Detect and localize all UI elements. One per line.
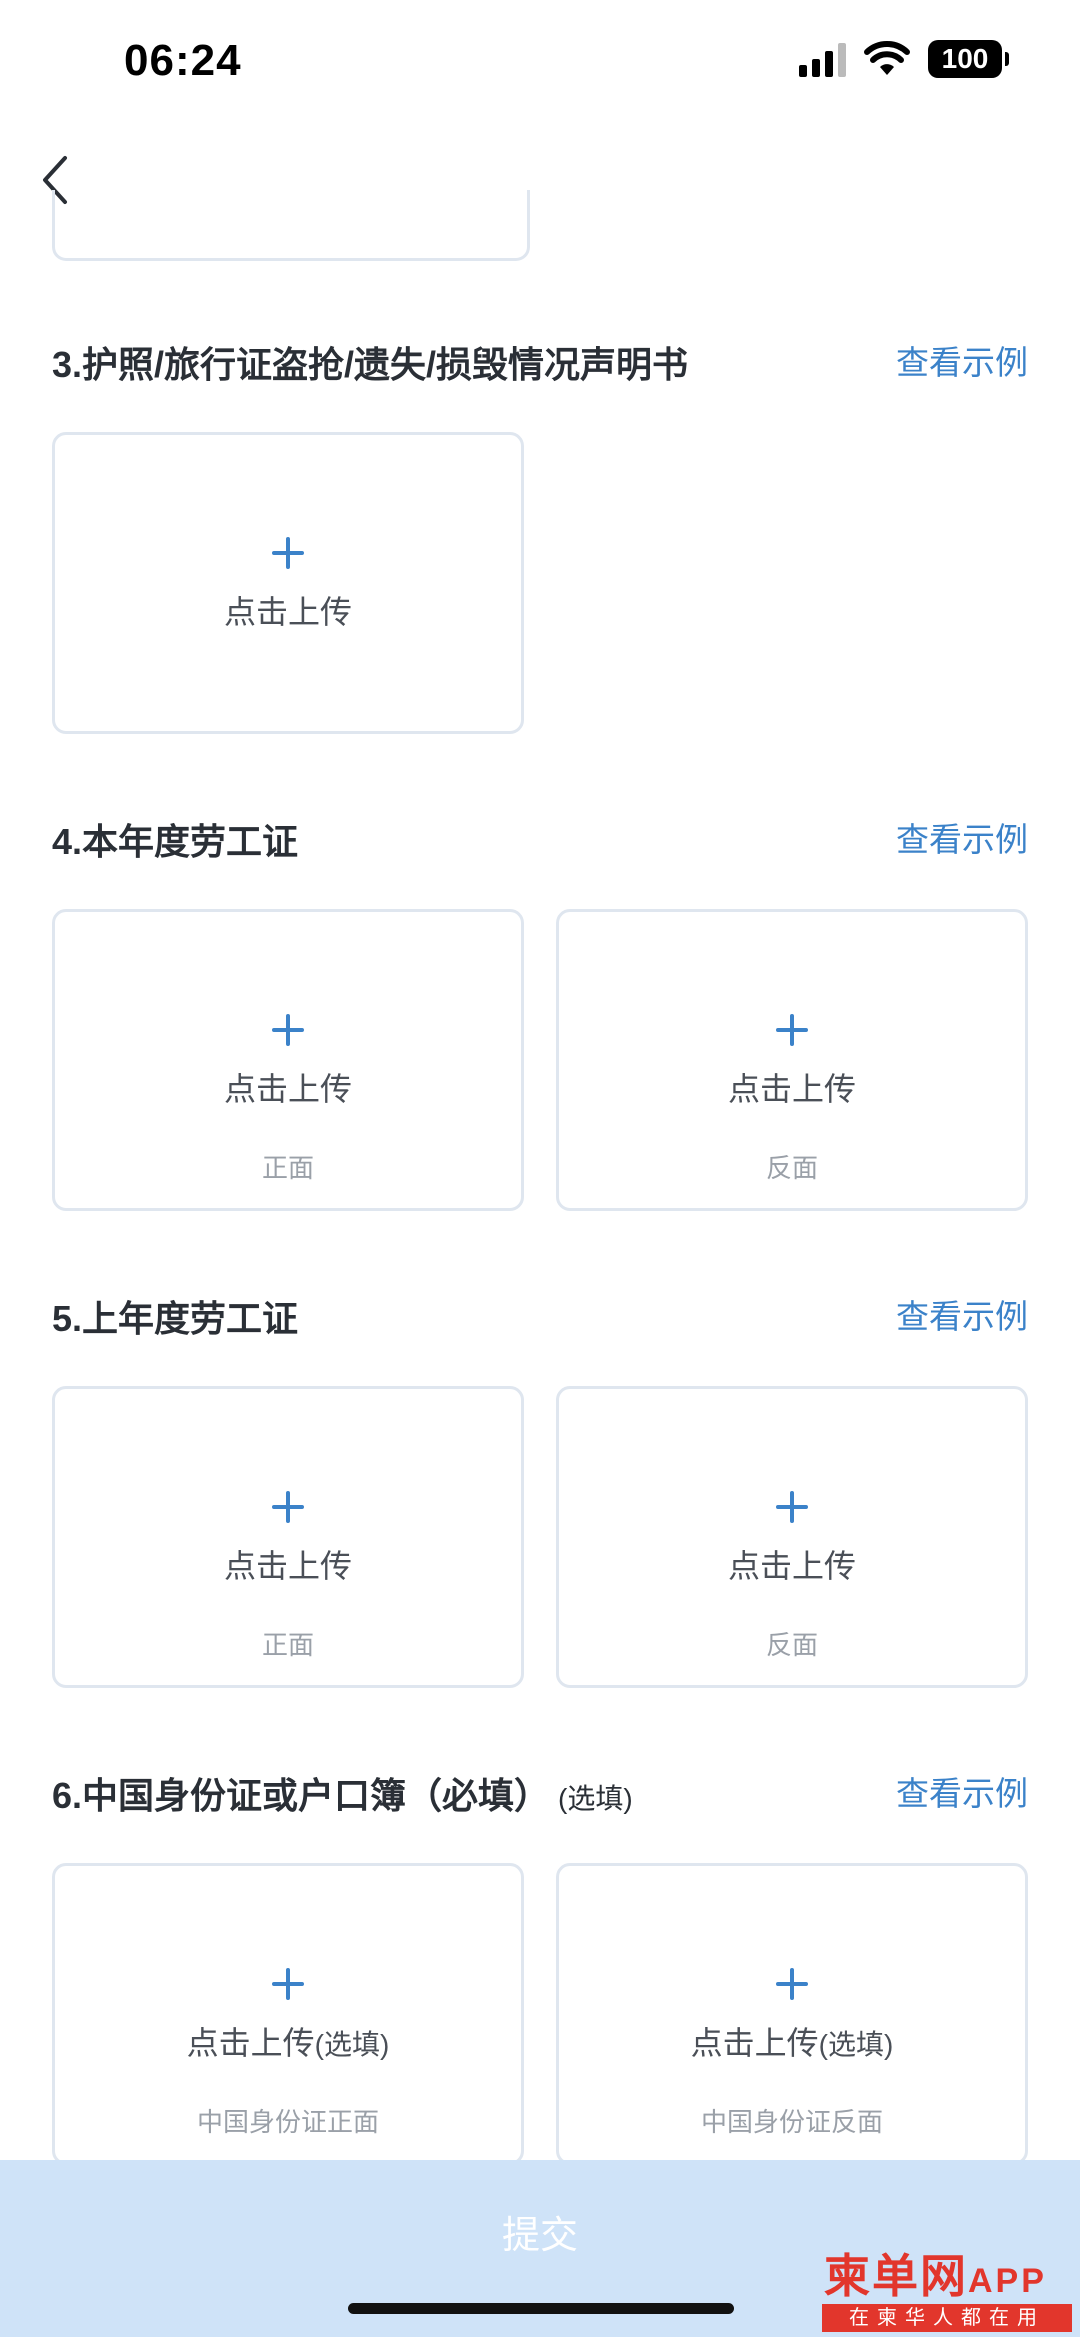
upload-label-text: 点击上传 bbox=[186, 2025, 315, 2061]
status-time: 06:24 bbox=[124, 36, 242, 85]
optional-note: (选填) bbox=[314, 2029, 390, 2060]
upload-card-front[interactable]: 点击上传 正面 bbox=[52, 909, 524, 1211]
upload-card[interactable]: 点击上传 bbox=[52, 432, 524, 734]
watermark-app: APP bbox=[968, 2262, 1047, 2300]
plus-icon bbox=[559, 1489, 1025, 1525]
upload-label-text: 点击上传 bbox=[690, 2025, 819, 2061]
upload-card-back[interactable]: 点击上传 反面 bbox=[556, 909, 1028, 1211]
watermark-slogan: 在柬华人都在用 bbox=[822, 2304, 1072, 2332]
upload-label: 点击上传 bbox=[223, 594, 352, 630]
watermark-logo: 柬单网APP 在柬华人都在用 bbox=[820, 2240, 1080, 2337]
view-example-link[interactable]: 查看示例 bbox=[896, 336, 1028, 384]
upload-card-front[interactable]: 点击上传 正面 bbox=[52, 1386, 524, 1688]
upload-card-id-front[interactable]: 点击上传(选填) 中国身份证正面 bbox=[52, 1863, 524, 2165]
upload-side-label: 正面 bbox=[261, 1630, 314, 1660]
status-bar: 06:24 100 bbox=[0, 0, 1080, 130]
section-title: 6.中国身份证或户口簿（必填） (选填) bbox=[52, 1767, 633, 1819]
optional-note: (选填) bbox=[558, 1783, 633, 1814]
plus-icon bbox=[55, 535, 521, 571]
section-title-text: 6.中国身份证或户口簿（必填） bbox=[52, 1775, 551, 1816]
upload-label: 点击上传 bbox=[727, 1548, 856, 1584]
upload-label: 点击上传 bbox=[727, 1071, 856, 1107]
view-example-link[interactable]: 查看示例 bbox=[896, 1290, 1028, 1338]
wifi-icon bbox=[864, 41, 910, 75]
upload-label: 点击上传(选填) bbox=[55, 2018, 521, 2064]
battery-icon: 100 bbox=[928, 40, 1009, 78]
upload-label: 点击上传(选填) bbox=[559, 2018, 1025, 2064]
upload-card-back[interactable]: 点击上传 反面 bbox=[556, 1386, 1028, 1688]
upload-card-id-back[interactable]: 点击上传(选填) 中国身份证反面 bbox=[556, 1863, 1028, 2165]
plus-icon bbox=[55, 1966, 521, 2002]
watermark-title: 柬单网APP bbox=[824, 2240, 1047, 2306]
watermark-name: 柬单网 bbox=[824, 2250, 968, 2302]
plus-icon bbox=[55, 1489, 521, 1525]
cellular-signal-icon bbox=[799, 41, 846, 77]
upload-side-label: 反面 bbox=[765, 1630, 818, 1660]
upload-card-partial[interactable] bbox=[52, 190, 530, 261]
section-title: 4.本年度劳工证 bbox=[52, 821, 299, 862]
home-indicator bbox=[348, 2303, 734, 2314]
upload-label: 点击上传 bbox=[223, 1548, 352, 1584]
upload-side-label: 反面 bbox=[765, 1153, 818, 1183]
plus-icon bbox=[55, 1012, 521, 1048]
upload-side-label: 中国身份证正面 bbox=[196, 2107, 379, 2137]
status-icons: 100 bbox=[799, 40, 1009, 78]
plus-icon bbox=[559, 1012, 1025, 1048]
upload-side-label: 正面 bbox=[261, 1153, 314, 1183]
view-example-link[interactable]: 查看示例 bbox=[896, 813, 1028, 861]
upload-label: 点击上传 bbox=[223, 1071, 352, 1107]
section-title: 3.护照/旅行证盗抢/遗失/损毁情况声明书 bbox=[52, 344, 689, 385]
upload-side-label: 中国身份证反面 bbox=[700, 2107, 883, 2137]
section-title: 5.上年度劳工证 bbox=[52, 1298, 299, 1339]
optional-note: (选填) bbox=[818, 2029, 894, 2060]
plus-icon bbox=[559, 1966, 1025, 2002]
view-example-link[interactable]: 查看示例 bbox=[896, 1767, 1028, 1815]
